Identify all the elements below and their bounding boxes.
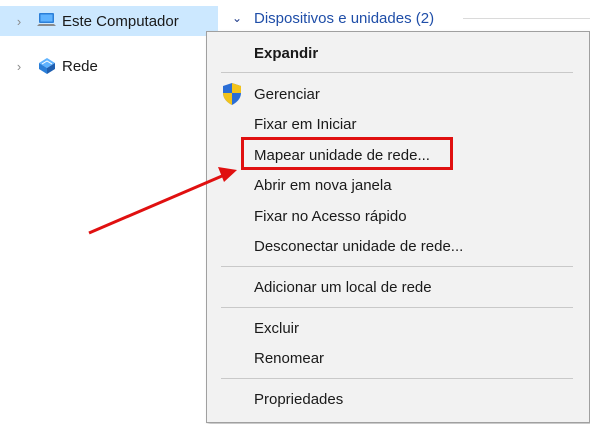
- menu-item-gerenciar[interactable]: Gerenciar: [254, 83, 320, 105]
- menu-separator: [221, 72, 573, 73]
- nav-item-label: Rede: [62, 57, 98, 75]
- group-header-devices[interactable]: ⌄ Dispositivos e unidades (2): [232, 8, 434, 28]
- network-icon: [39, 58, 55, 74]
- menu-item-excluir[interactable]: Excluir: [254, 317, 299, 339]
- highlight-box: [241, 137, 453, 170]
- menu-item-abrir-em-nova-janela[interactable]: Abrir em nova janela: [254, 174, 392, 196]
- chevron-down-icon[interactable]: ⌄: [232, 11, 244, 25]
- menu-separator: [221, 266, 573, 267]
- menu-separator: [221, 378, 573, 379]
- menu-item-propriedades[interactable]: Propriedades: [254, 388, 343, 410]
- menu-item-fixar-no-acesso-rapido[interactable]: Fixar no Acesso rápido: [254, 205, 407, 227]
- menu-item-renomear[interactable]: Renomear: [254, 347, 324, 369]
- group-divider: [463, 18, 590, 19]
- context-menu: Expandir Gerenciar Fixar em Iniciar Mape…: [206, 31, 590, 423]
- computer-icon: [37, 13, 56, 26]
- menu-separator: [221, 307, 573, 308]
- nav-item-este-computador[interactable]: › Este Computador: [0, 6, 218, 36]
- menu-item-expandir[interactable]: Expandir: [254, 42, 318, 64]
- menu-item-desconectar-unidade-de-rede[interactable]: Desconectar unidade de rede...: [254, 235, 463, 257]
- menu-item-adicionar-local-de-rede[interactable]: Adicionar um local de rede: [254, 276, 432, 298]
- group-header-label: Dispositivos e unidades (2): [254, 9, 435, 27]
- chevron-right-icon[interactable]: ›: [14, 59, 24, 74]
- uac-shield-icon: [223, 83, 241, 105]
- menu-item-fixar-em-iniciar[interactable]: Fixar em Iniciar: [254, 113, 357, 135]
- nav-item-label: Este Computador: [62, 12, 179, 30]
- chevron-right-icon[interactable]: ›: [14, 14, 24, 29]
